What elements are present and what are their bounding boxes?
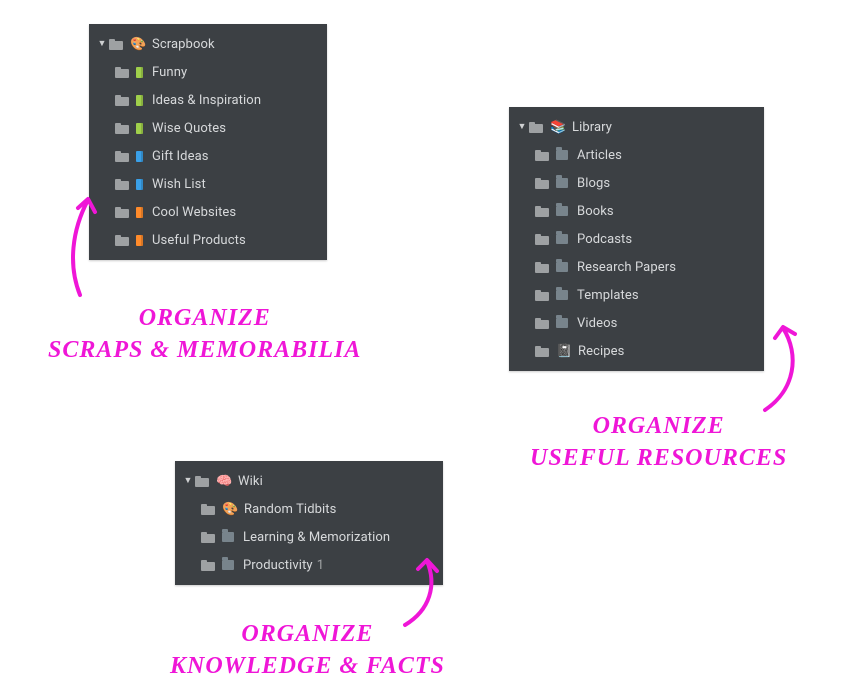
wiki-item-learning[interactable]: Learning & Memorization [175, 523, 443, 551]
scrapbook-item-gift-ideas[interactable]: Gift Ideas [89, 142, 327, 170]
scrapbook-item-wish-list[interactable]: Wish List [89, 170, 327, 198]
item-label: Productivity [243, 559, 313, 572]
book-icon [136, 151, 143, 162]
folder-icon [115, 234, 129, 246]
item-label: Wise Quotes [152, 122, 226, 135]
folder-icon [535, 149, 549, 161]
folder-icon [201, 531, 215, 543]
folder-icon [115, 178, 129, 190]
arrow-library-icon [755, 320, 815, 415]
folder-icon [535, 205, 549, 217]
scrapbook-emoji-icon: 🎨 [130, 38, 146, 51]
library-item-articles[interactable]: Articles [509, 141, 764, 169]
folder-icon [115, 206, 129, 218]
item-label: Videos [577, 317, 617, 330]
palette-emoji-icon: 🎨 [222, 503, 238, 516]
wiki-item-random-tidbits[interactable]: 🎨 Random Tidbits [175, 495, 443, 523]
book-icon [136, 235, 143, 246]
item-label: Gift Ideas [152, 150, 209, 163]
item-label: Blogs [577, 177, 610, 190]
item-label: Podcasts [577, 233, 632, 246]
wiki-emoji-icon: 🧠 [216, 475, 232, 488]
item-count: 1 [317, 559, 324, 572]
recipes-emoji-icon: 📓 [556, 345, 572, 358]
scrapbook-panel: ▼ 🎨 Scrapbook Funny Ideas & Inspiration … [89, 24, 327, 260]
filefolder-icon [556, 262, 568, 272]
scrapbook-item-cool-websites[interactable]: Cool Websites [89, 198, 327, 226]
scrapbook-item-wise-quotes[interactable]: Wise Quotes [89, 114, 327, 142]
folder-icon [109, 38, 123, 50]
wiki-head-row[interactable]: ▼ 🧠 Wiki [175, 467, 443, 495]
folder-icon [115, 122, 129, 134]
item-label: Ideas & Inspiration [152, 94, 261, 107]
triangle-down-icon[interactable]: ▼ [183, 476, 193, 486]
annotation-scrapbook: organize scraps & memorabilia [48, 302, 361, 367]
folder-icon [201, 559, 215, 571]
arrow-wiki-icon [395, 555, 455, 630]
item-label: Wish List [152, 178, 206, 191]
filefolder-icon [556, 290, 568, 300]
item-label: Research Papers [577, 261, 676, 274]
triangle-down-icon[interactable]: ▼ [97, 39, 107, 49]
annotation-line: knowledge & facts [170, 650, 445, 682]
book-icon [136, 123, 143, 134]
folder-icon [535, 317, 549, 329]
folder-icon [535, 261, 549, 273]
book-icon [136, 95, 143, 106]
annotation-line: organize [48, 302, 361, 334]
library-item-books[interactable]: Books [509, 197, 764, 225]
library-item-videos[interactable]: Videos [509, 309, 764, 337]
library-item-blogs[interactable]: Blogs [509, 169, 764, 197]
filefolder-icon [556, 178, 568, 188]
item-label: Templates [577, 289, 639, 302]
filefolder-icon [556, 318, 568, 328]
library-panel: ▼ 📚 Library Articles Blogs Books Podcast… [509, 107, 764, 371]
book-icon [136, 207, 143, 218]
folder-icon [201, 503, 215, 515]
library-item-research-papers[interactable]: Research Papers [509, 253, 764, 281]
scrapbook-head-row[interactable]: ▼ 🎨 Scrapbook [89, 30, 327, 58]
library-label: Library [572, 121, 612, 134]
library-item-podcasts[interactable]: Podcasts [509, 225, 764, 253]
scrapbook-item-ideas[interactable]: Ideas & Inspiration [89, 86, 327, 114]
filefolder-icon [222, 532, 234, 542]
folder-icon [115, 66, 129, 78]
filefolder-icon [556, 150, 568, 160]
folder-icon [535, 177, 549, 189]
annotation-line: scraps & memorabilia [48, 334, 361, 366]
library-item-templates[interactable]: Templates [509, 281, 764, 309]
item-label: Learning & Memorization [243, 531, 390, 544]
book-icon [136, 179, 143, 190]
folder-icon [535, 345, 549, 357]
folder-icon [535, 289, 549, 301]
item-label: Recipes [578, 345, 624, 358]
item-label: Cool Websites [152, 206, 236, 219]
item-label: Funny [152, 66, 187, 79]
annotation-line: useful resources [530, 442, 787, 474]
triangle-down-icon[interactable]: ▼ [517, 122, 527, 132]
item-label: Useful Products [152, 234, 246, 247]
filefolder-icon [222, 560, 234, 570]
scrapbook-item-useful-products[interactable]: Useful Products [89, 226, 327, 254]
item-label: Books [577, 205, 614, 218]
filefolder-icon [556, 234, 568, 244]
library-emoji-icon: 📚 [550, 121, 566, 134]
scrapbook-label: Scrapbook [152, 38, 215, 51]
item-label: Articles [577, 149, 622, 162]
folder-icon [195, 475, 209, 487]
annotation-line: organize [530, 410, 787, 442]
folder-icon [529, 121, 543, 133]
library-item-recipes[interactable]: 📓 Recipes [509, 337, 764, 365]
scrapbook-item-funny[interactable]: Funny [89, 58, 327, 86]
arrow-scrapbook-icon [60, 190, 110, 300]
wiki-label: Wiki [238, 475, 263, 488]
annotation-library: organize useful resources [530, 410, 787, 475]
folder-icon [115, 150, 129, 162]
book-icon [136, 67, 143, 78]
filefolder-icon [556, 206, 568, 216]
item-label: Random Tidbits [244, 503, 336, 516]
folder-icon [115, 94, 129, 106]
folder-icon [535, 233, 549, 245]
library-head-row[interactable]: ▼ 📚 Library [509, 113, 764, 141]
